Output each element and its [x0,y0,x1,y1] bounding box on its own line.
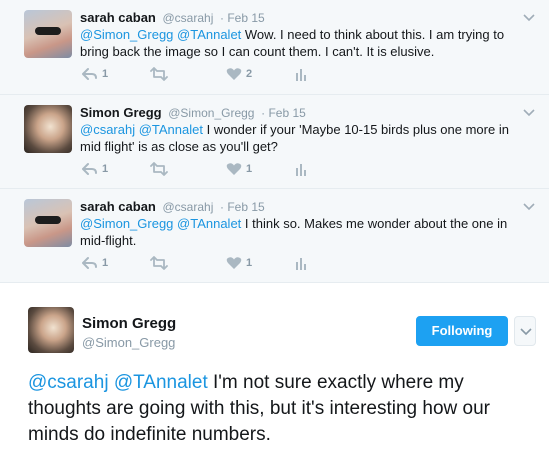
author-handle[interactable]: @Simon_Gregg [168,106,254,120]
author-handle[interactable]: @Simon_Gregg [82,335,175,351]
reply-tweet[interactable]: sarah caban @csarahj · Feb 15 @Simon_Gre… [0,188,549,282]
avatar[interactable] [24,105,72,153]
reply-count: 1 [102,68,109,80]
author-name[interactable]: Simon Gregg [80,105,162,120]
analytics-icon [296,258,306,270]
reply-count: 1 [102,163,109,175]
following-button[interactable]: Following [416,316,508,346]
heart-icon [226,257,242,269]
chevron-down-icon [520,328,532,336]
reply-icon [82,68,97,80]
avatar[interactable] [28,307,74,353]
heart-icon [226,163,242,175]
chevron-down-icon[interactable] [523,109,535,117]
tweet-mentions[interactable]: @csarahj @TAnnalet [28,372,208,393]
sunglasses-graphic [35,27,61,35]
reply-thread: sarah caban @csarahj · Feb 15 @Simon_Gre… [0,0,549,282]
tweet-mentions[interactable]: @Simon_Gregg @TAnnalet [80,216,241,231]
tweet-header: sarah caban @csarahj · Feb 15 [80,10,265,26]
like-count: 1 [246,257,253,269]
author-handle[interactable]: @csarahj [163,11,214,25]
tweet-mentions[interactable]: @Simon_Gregg @TAnnalet [80,27,241,42]
tweet-header: Simon Gregg @Simon_Gregg · Feb 15 [80,105,306,121]
like-count: 1 [246,163,253,175]
like-count: 2 [246,68,253,80]
analytics-icon [296,164,306,176]
tweet-text: @Simon_Gregg @TAnnalet Wow. I need to th… [80,26,525,60]
tweet-mentions[interactable]: @csarahj @TAnnalet [80,122,203,137]
reply-icon [82,257,97,269]
tweet-time[interactable]: · Feb 15 [220,11,265,25]
reply-count: 1 [102,257,109,269]
analytics-icon [296,69,306,81]
retweet-icon [150,256,168,270]
retweet-icon [150,67,168,81]
tweet-text: @csarahj @TAnnalet I wonder if your 'May… [80,121,525,155]
tweet-header: sarah caban @csarahj · Feb 15 [80,199,265,215]
tweet-time[interactable]: · Feb 15 [220,200,265,214]
reply-tweet[interactable]: Simon Gregg @Simon_Gregg · Feb 15 @csara… [0,94,549,188]
author-handle[interactable]: @csarahj [163,200,214,214]
author-name[interactable]: sarah caban [80,10,156,25]
chevron-down-icon[interactable] [523,203,535,211]
sunglasses-graphic [35,216,61,224]
chevron-down-icon[interactable] [523,14,535,22]
heart-icon [226,68,242,80]
tweet-time[interactable]: · Feb 15 [261,106,306,120]
tweet-text: @Simon_Gregg @TAnnalet I think so. Makes… [80,215,525,249]
main-tweet: Simon Gregg @Simon_Gregg Following @csar… [0,282,549,457]
reply-tweet[interactable]: sarah caban @csarahj · Feb 15 @Simon_Gre… [0,0,549,94]
reply-icon [82,163,97,175]
retweet-icon [150,162,168,176]
avatar[interactable] [24,199,72,247]
tweet-text: @csarahj @TAnnalet I'm not sure exactly … [28,370,533,448]
author-name[interactable]: sarah caban [80,199,156,214]
more-options-button[interactable] [514,316,536,346]
avatar[interactable] [24,10,72,58]
author-name[interactable]: Simon Gregg [82,315,176,333]
